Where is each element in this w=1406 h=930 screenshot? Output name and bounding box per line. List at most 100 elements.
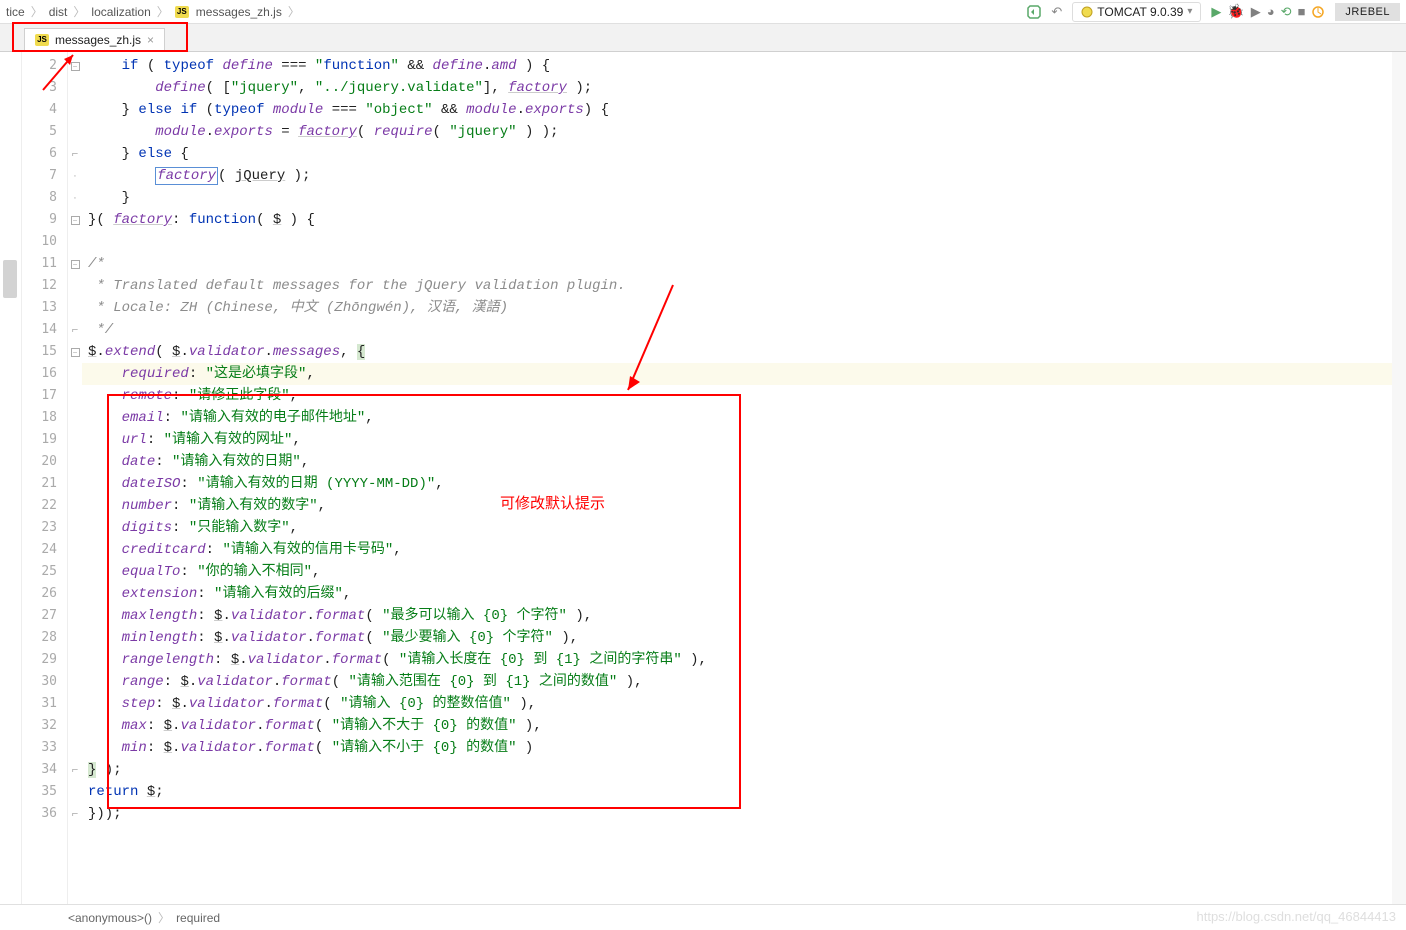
- fold-marker[interactable]: [68, 121, 82, 143]
- fold-marker[interactable]: [68, 451, 82, 473]
- breadcrumb-seg[interactable]: tice: [6, 5, 25, 19]
- chevron-right-icon: 〉: [29, 3, 45, 20]
- code-line[interactable]: } else if (typeof module === "object" &&…: [82, 99, 1406, 121]
- code-line[interactable]: max: $.validator.format( "请输入不大于 {0} 的数值…: [82, 715, 1406, 737]
- fold-marker[interactable]: [68, 297, 82, 319]
- code-line[interactable]: dateISO: "请输入有效的日期 (YYYY-MM-DD)",: [82, 473, 1406, 495]
- line-number: 3: [22, 77, 57, 99]
- fold-marker[interactable]: [68, 495, 82, 517]
- code-line[interactable]: maxlength: $.validator.format( "最多可以输入 {…: [82, 605, 1406, 627]
- breadcrumb-seg[interactable]: localization: [91, 5, 150, 19]
- fold-marker[interactable]: [68, 539, 82, 561]
- nav-seg[interactable]: <anonymous>(): [68, 911, 152, 925]
- fold-marker[interactable]: [68, 693, 82, 715]
- fold-marker[interactable]: [68, 385, 82, 407]
- code-line[interactable]: url: "请输入有效的网址",: [82, 429, 1406, 451]
- code-line[interactable]: factory( jQuery );: [82, 165, 1406, 187]
- code-line[interactable]: /*: [82, 253, 1406, 275]
- fold-marker[interactable]: ⌐: [68, 803, 82, 825]
- fold-marker[interactable]: [68, 99, 82, 121]
- fold-marker[interactable]: [68, 517, 82, 539]
- code-line[interactable]: } );: [82, 759, 1406, 781]
- code-line[interactable]: } else {: [82, 143, 1406, 165]
- fold-marker[interactable]: [68, 781, 82, 803]
- code-line[interactable]: if ( typeof define === "function" && def…: [82, 55, 1406, 77]
- code-line[interactable]: [82, 231, 1406, 253]
- code-line[interactable]: email: "请输入有效的电子邮件地址",: [82, 407, 1406, 429]
- run-icon[interactable]: ▶: [1211, 4, 1221, 20]
- profile-icon[interactable]: ◕: [1267, 4, 1275, 19]
- jrebel-button[interactable]: JREBEL: [1335, 3, 1400, 21]
- line-number: 16: [22, 363, 57, 385]
- fold-marker[interactable]: [68, 605, 82, 627]
- line-number: 11: [22, 253, 57, 275]
- fold-marker[interactable]: [68, 737, 82, 759]
- fold-marker[interactable]: −: [68, 55, 82, 77]
- code-line[interactable]: define( ["jquery", "../jquery.validate"]…: [82, 77, 1406, 99]
- tab-messages-zh[interactable]: JS messages_zh.js ×: [24, 28, 165, 51]
- code-line[interactable]: remote: "请修正此字段",: [82, 385, 1406, 407]
- fold-marker[interactable]: [68, 77, 82, 99]
- fold-marker[interactable]: −: [68, 341, 82, 363]
- code-line[interactable]: rangelength: $.validator.format( "请输入长度在…: [82, 649, 1406, 671]
- fold-marker[interactable]: −: [68, 209, 82, 231]
- fold-marker[interactable]: ·: [68, 187, 82, 209]
- debug-icon[interactable]: 🐞: [1227, 3, 1244, 20]
- code-line[interactable]: * Translated default messages for the jQ…: [82, 275, 1406, 297]
- fold-marker[interactable]: [68, 363, 82, 385]
- coverage-icon[interactable]: ▶: [1251, 4, 1261, 20]
- fold-marker[interactable]: ⌐: [68, 759, 82, 781]
- code-line[interactable]: date: "请输入有效的日期",: [82, 451, 1406, 473]
- line-number: 28: [22, 627, 57, 649]
- run-config-select[interactable]: TOMCAT 9.0.39 ▾: [1072, 2, 1201, 22]
- rerun-icon[interactable]: ⟲: [1281, 4, 1292, 20]
- fold-marker[interactable]: −: [68, 253, 82, 275]
- breadcrumb-file[interactable]: messages_zh.js: [196, 5, 282, 19]
- fold-marker[interactable]: [68, 715, 82, 737]
- fold-marker[interactable]: [68, 671, 82, 693]
- fold-marker[interactable]: [68, 627, 82, 649]
- code-line[interactable]: step: $.validator.format( "请输入 {0} 的整数倍值…: [82, 693, 1406, 715]
- fold-marker[interactable]: [68, 429, 82, 451]
- code-line[interactable]: required: "这是必填字段",: [82, 363, 1406, 385]
- fold-marker[interactable]: ·: [68, 165, 82, 187]
- code-line[interactable]: number: "请输入有效的数字",: [82, 495, 1406, 517]
- gutter-mark[interactable]: [3, 260, 17, 298]
- scrollbar[interactable]: [1392, 52, 1406, 904]
- code-line[interactable]: equalTo: "你的输入不相同",: [82, 561, 1406, 583]
- code-line[interactable]: creditcard: "请输入有效的信用卡号码",: [82, 539, 1406, 561]
- code-line[interactable]: }( factory: function( $ ) {: [82, 209, 1406, 231]
- fold-marker[interactable]: [68, 407, 82, 429]
- close-icon[interactable]: ×: [147, 33, 154, 47]
- code-line[interactable]: extension: "请输入有效的后缀",: [82, 583, 1406, 605]
- fold-marker[interactable]: [68, 583, 82, 605]
- fold-marker[interactable]: ⌐: [68, 319, 82, 341]
- fold-marker[interactable]: [68, 649, 82, 671]
- fold-marker[interactable]: [68, 275, 82, 297]
- code-line[interactable]: $.extend( $.validator.messages, {: [82, 341, 1406, 363]
- code-line[interactable]: min: $.validator.format( "请输入不小于 {0} 的数值…: [82, 737, 1406, 759]
- fold-marker[interactable]: [68, 231, 82, 253]
- build-icon[interactable]: [1027, 5, 1041, 19]
- line-number: 17: [22, 385, 57, 407]
- fold-marker[interactable]: [68, 561, 82, 583]
- fold-marker[interactable]: [68, 473, 82, 495]
- breadcrumb-seg[interactable]: dist: [49, 5, 68, 19]
- undo-icon[interactable]: ↶: [1051, 4, 1062, 20]
- line-number: 29: [22, 649, 57, 671]
- code-line[interactable]: minlength: $.validator.format( "最少要输入 {0…: [82, 627, 1406, 649]
- code-line[interactable]: module.exports = factory( require( "jque…: [82, 121, 1406, 143]
- code-line[interactable]: }));: [82, 803, 1406, 825]
- code-line[interactable]: range: $.validator.format( "请输入范围在 {0} 到…: [82, 671, 1406, 693]
- stop-icon[interactable]: ■: [1298, 4, 1306, 19]
- update-icon[interactable]: [1311, 5, 1325, 19]
- code-area[interactable]: if ( typeof define === "function" && def…: [82, 52, 1406, 904]
- fold-marker[interactable]: ⌐: [68, 143, 82, 165]
- code-line[interactable]: return $;: [82, 781, 1406, 803]
- code-line[interactable]: }: [82, 187, 1406, 209]
- code-line[interactable]: digits: "只能输入数字",: [82, 517, 1406, 539]
- code-line[interactable]: * Locale: ZH (Chinese, 中文 (Zhōngwén), 汉语…: [82, 297, 1406, 319]
- nav-seg[interactable]: required: [176, 911, 220, 925]
- line-number: 33: [22, 737, 57, 759]
- code-line[interactable]: */: [82, 319, 1406, 341]
